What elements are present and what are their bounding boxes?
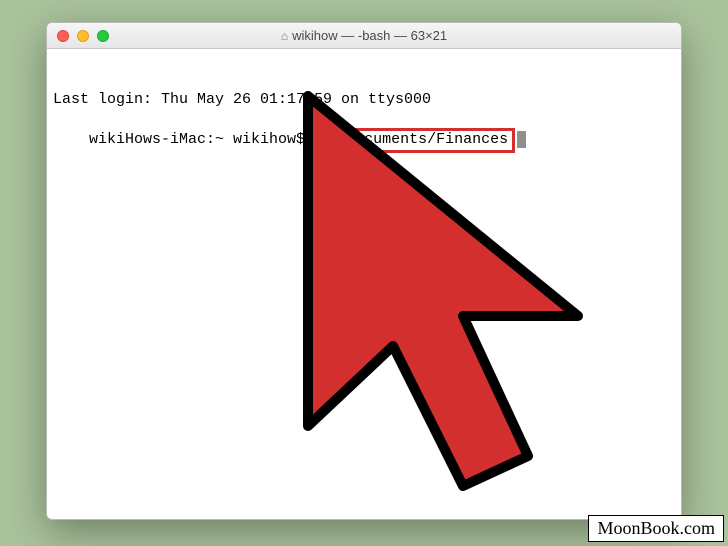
window-title: ⌂ wikihow — -bash — 63×21 [47,28,681,43]
terminal-cursor [517,131,526,148]
watermark: MoonBook.com [588,515,724,542]
terminal-command-text: cd Documents/Finances [319,131,508,148]
command-highlight: cd Documents/Finances [312,128,515,153]
minimize-button[interactable] [77,30,89,42]
titlebar: ⌂ wikihow — -bash — 63×21 [47,23,681,49]
home-icon: ⌂ [281,29,288,43]
terminal-window: ⌂ wikihow — -bash — 63×21 Last login: Th… [46,22,682,520]
terminal-line-command: wikiHows-iMac:~ wikihow$ cd Documents/Fi… [89,131,526,148]
terminal-body[interactable]: Last login: Thu May 26 01:17:59 on ttys0… [47,49,681,519]
maximize-button[interactable] [97,30,109,42]
window-title-text: wikihow — -bash — 63×21 [292,28,447,43]
terminal-prompt: wikiHows-iMac:~ wikihow$ [89,131,314,148]
traffic-lights [47,30,109,42]
close-button[interactable] [57,30,69,42]
terminal-line-login: Last login: Thu May 26 01:17:59 on ttys0… [53,91,675,110]
